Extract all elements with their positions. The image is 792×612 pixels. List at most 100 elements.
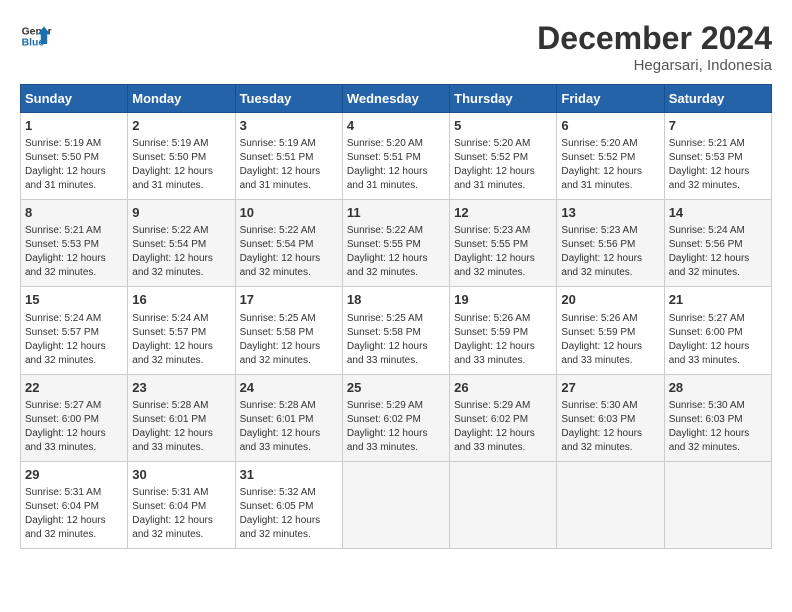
day-number: 24 [240,379,338,397]
day-number: 28 [669,379,767,397]
day-number: 1 [25,117,123,135]
day-info: Sunrise: 5:30 AMSunset: 6:03 PMDaylight:… [561,399,659,455]
day-cell: 6 Sunrise: 5:20 AMSunset: 5:52 PMDaylight… [557,113,664,200]
day-info: Sunrise: 5:22 AMSunset: 5:54 PMDaylight:… [240,224,338,280]
day-info: Sunrise: 5:29 AMSunset: 6:02 PMDaylight:… [347,399,445,455]
day-cell: 3Sunrise: 5:19 AMSunset: 5:51 PMDaylight… [235,113,342,200]
day-info: Sunrise: 5:21 AMSunset: 5:53 PMDaylight:… [25,224,123,280]
day-cell: 12Sunrise: 5:23 AMSunset: 5:55 PMDayligh… [450,200,557,287]
day-info: Sunrise: 5:24 AMSunset: 5:57 PMDaylight:… [132,312,230,368]
day-info: Sunrise: 5:21 AMSunset: 5:53 PMDaylight:… [669,137,767,193]
day-cell: 14 Sunrise: 5:24 AMSunset: 5:56 PMDayligh… [664,200,771,287]
day-number: 16 [132,291,230,309]
calendar-table: SundayMondayTuesdayWednesdayThursdayFrid… [20,84,772,549]
main-title: December 2024 [537,20,772,57]
day-cell: 16 Sunrise: 5:24 AMSunset: 5:57 PMDayligh… [128,287,235,374]
day-number: 7 [669,117,767,135]
day-cell: 19 Sunrise: 5:26 AMSunset: 5:59 PMDayligh… [450,287,557,374]
day-info: Sunrise: 5:31 AMSunset: 6:04 PMDaylight:… [132,486,230,542]
header-row: SundayMondayTuesdayWednesdayThursdayFrid… [21,85,772,113]
day-number: 20 [561,291,659,309]
day-header-friday: Friday [557,85,664,113]
header: General Blue December 2024 Hegarsari, In… [20,20,772,74]
week-row-3: 15 Sunrise: 5:24 AMSunset: 5:57 PMDayligh… [21,287,772,374]
day-cell: 27 Sunrise: 5:30 AMSunset: 6:03 PMDayligh… [557,374,664,461]
day-cell: 7 Sunrise: 5:21 AMSunset: 5:53 PMDaylight… [664,113,771,200]
day-header-saturday: Saturday [664,85,771,113]
day-cell: 4Sunrise: 5:20 AMSunset: 5:51 PMDaylight… [342,113,449,200]
day-cell: 23 Sunrise: 5:28 AMSunset: 6:01 PMDayligh… [128,374,235,461]
day-number: 6 [561,117,659,135]
day-number: 27 [561,379,659,397]
day-cell: 29 Sunrise: 5:31 AMSunset: 6:04 PMDayligh… [21,461,128,548]
day-number: 11 [347,204,445,222]
day-cell: 11Sunrise: 5:22 AMSunset: 5:55 PMDayligh… [342,200,449,287]
day-number: 19 [454,291,552,309]
day-cell: 9 Sunrise: 5:22 AMSunset: 5:54 PMDaylight… [128,200,235,287]
day-number: 17 [240,291,338,309]
day-cell [664,461,771,548]
day-cell: 20 Sunrise: 5:26 AMSunset: 5:59 PMDayligh… [557,287,664,374]
day-cell: 30Sunrise: 5:31 AMSunset: 6:04 PMDayligh… [128,461,235,548]
day-number: 2 [132,117,230,135]
day-cell: 2 Sunrise: 5:19 AMSunset: 5:50 PMDaylight… [128,113,235,200]
day-number: 26 [454,379,552,397]
day-info: Sunrise: 5:26 AMSunset: 5:59 PMDaylight:… [561,312,659,368]
day-cell: 21 Sunrise: 5:27 AMSunset: 6:00 PMDayligh… [664,287,771,374]
day-number: 21 [669,291,767,309]
day-info: Sunrise: 5:24 AMSunset: 5:57 PMDaylight:… [25,312,123,368]
day-info: Sunrise: 5:19 AMSunset: 5:50 PMDaylight:… [132,137,230,193]
day-cell: 10 Sunrise: 5:22 AMSunset: 5:54 PMDayligh… [235,200,342,287]
day-info: Sunrise: 5:28 AMSunset: 6:01 PMDaylight:… [240,399,338,455]
day-cell: 17 Sunrise: 5:25 AMSunset: 5:58 PMDayligh… [235,287,342,374]
day-info: Sunrise: 5:29 AMSunset: 6:02 PMDaylight:… [454,399,552,455]
day-info: Sunrise: 5:19 AMSunset: 5:51 PMDaylight:… [240,137,338,193]
day-cell: 31 Sunrise: 5:32 AMSunset: 6:05 PMDayligh… [235,461,342,548]
day-info: Sunrise: 5:23 AMSunset: 5:56 PMDaylight:… [561,224,659,280]
week-row-2: 8Sunrise: 5:21 AMSunset: 5:53 PMDaylight… [21,200,772,287]
title-area: December 2024 Hegarsari, Indonesia [537,20,772,74]
day-number: 9 [132,204,230,222]
day-number: 15 [25,291,123,309]
day-number: 10 [240,204,338,222]
day-info: Sunrise: 5:22 AMSunset: 5:54 PMDaylight:… [132,224,230,280]
day-info: Sunrise: 5:26 AMSunset: 5:59 PMDaylight:… [454,312,552,368]
day-info: Sunrise: 5:24 AMSunset: 5:56 PMDaylight:… [669,224,767,280]
day-info: Sunrise: 5:20 AMSunset: 5:52 PMDaylight:… [454,137,552,193]
day-number: 12 [454,204,552,222]
week-row-4: 22 Sunrise: 5:27 AMSunset: 6:00 PMDayligh… [21,374,772,461]
logo-icon: General Blue [20,20,52,52]
day-cell: 15 Sunrise: 5:24 AMSunset: 5:57 PMDayligh… [21,287,128,374]
subtitle: Hegarsari, Indonesia [537,57,772,74]
day-cell: 26 Sunrise: 5:29 AMSunset: 6:02 PMDayligh… [450,374,557,461]
day-header-thursday: Thursday [450,85,557,113]
day-info: Sunrise: 5:32 AMSunset: 6:05 PMDaylight:… [240,486,338,542]
day-info: Sunrise: 5:19 AMSunset: 5:50 PMDaylight:… [25,137,123,193]
day-info: Sunrise: 5:31 AMSunset: 6:04 PMDaylight:… [25,486,123,542]
week-row-5: 29 Sunrise: 5:31 AMSunset: 6:04 PMDayligh… [21,461,772,548]
day-number: 22 [25,379,123,397]
day-header-sunday: Sunday [21,85,128,113]
day-cell: 25 Sunrise: 5:29 AMSunset: 6:02 PMDayligh… [342,374,449,461]
day-info: Sunrise: 5:25 AMSunset: 5:58 PMDaylight:… [240,312,338,368]
day-cell: 8Sunrise: 5:21 AMSunset: 5:53 PMDaylight… [21,200,128,287]
day-number: 31 [240,466,338,484]
day-number: 25 [347,379,445,397]
day-info: Sunrise: 5:30 AMSunset: 6:03 PMDaylight:… [669,399,767,455]
day-info: Sunrise: 5:27 AMSunset: 6:00 PMDaylight:… [669,312,767,368]
day-cell: 13Sunrise: 5:23 AMSunset: 5:56 PMDayligh… [557,200,664,287]
day-info: Sunrise: 5:27 AMSunset: 6:00 PMDaylight:… [25,399,123,455]
day-number: 14 [669,204,767,222]
day-cell: 1 Sunrise: 5:19 AMSunset: 5:50 PMDaylight… [21,113,128,200]
day-cell: 28 Sunrise: 5:30 AMSunset: 6:03 PMDayligh… [664,374,771,461]
day-cell [557,461,664,548]
day-info: Sunrise: 5:28 AMSunset: 6:01 PMDaylight:… [132,399,230,455]
day-info: Sunrise: 5:20 AMSunset: 5:52 PMDaylight:… [561,137,659,193]
day-number: 23 [132,379,230,397]
day-cell [342,461,449,548]
day-info: Sunrise: 5:20 AMSunset: 5:51 PMDaylight:… [347,137,445,193]
day-header-wednesday: Wednesday [342,85,449,113]
day-number: 29 [25,466,123,484]
day-cell: 24 Sunrise: 5:28 AMSunset: 6:01 PMDayligh… [235,374,342,461]
day-number: 18 [347,291,445,309]
